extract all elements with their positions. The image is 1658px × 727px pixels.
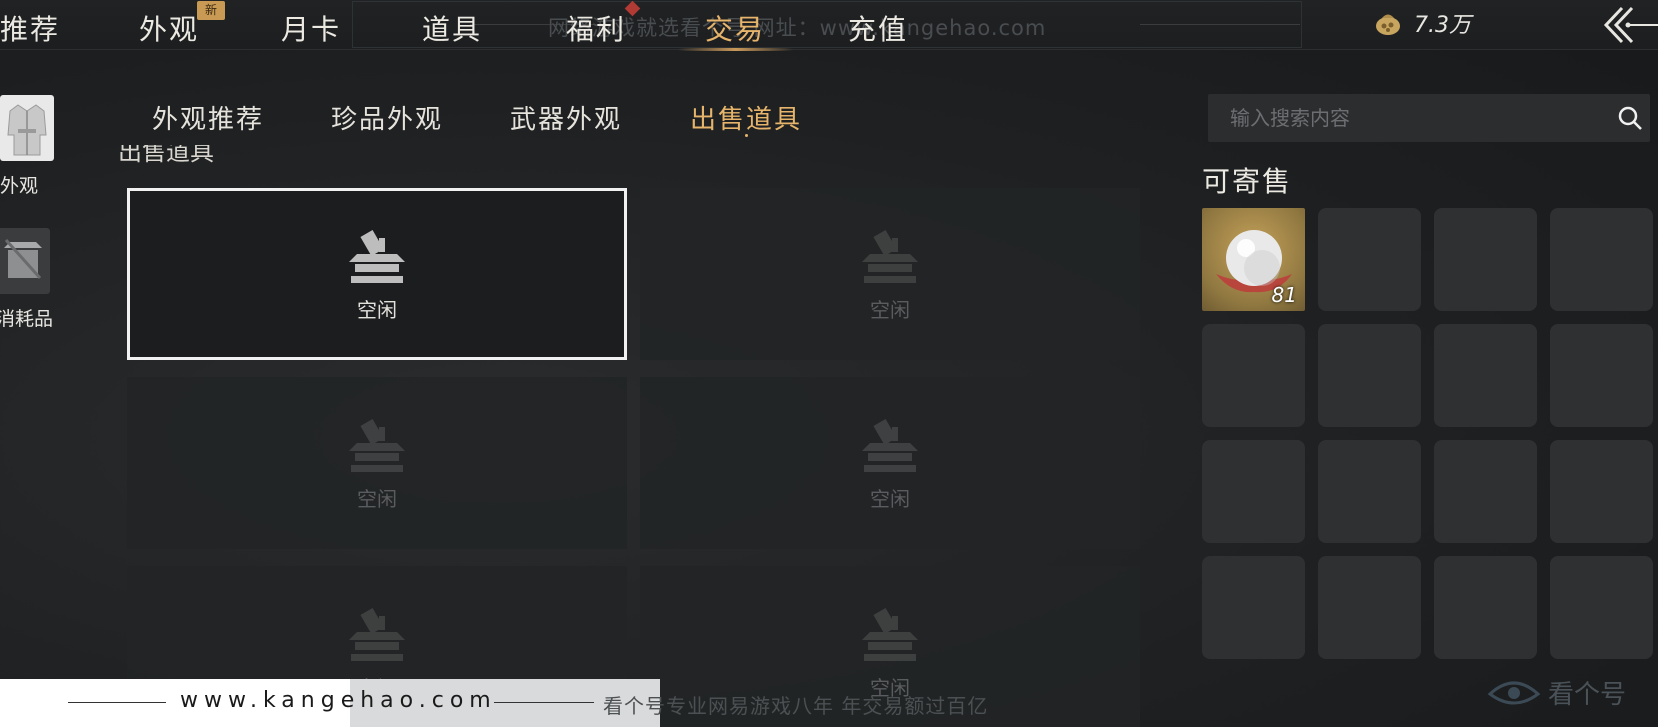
- tab-monthly-card[interactable]: 月卡: [281, 8, 341, 48]
- stall-icon: [862, 418, 918, 472]
- bottom-logo-text: 看个号: [1548, 679, 1627, 710]
- consignable-title: 可寄售: [1202, 165, 1293, 198]
- sale-slot-1[interactable]: 空闲: [127, 188, 627, 360]
- currency-value: 7.3万: [1414, 13, 1471, 38]
- currency-display: 7.3万: [1372, 8, 1471, 38]
- stall-icon: [349, 418, 405, 472]
- search-input[interactable]: [1208, 94, 1610, 142]
- subtab-rare-appearance[interactable]: 珍品外观: [331, 99, 443, 136]
- tab-recommend[interactable]: 推荐: [0, 8, 60, 48]
- inventory-cell-empty[interactable]: [1550, 440, 1653, 543]
- inventory-cell-empty[interactable]: [1550, 324, 1653, 427]
- sidebar-item-consumables-label: 消耗品: [0, 308, 54, 330]
- inventory-cell-empty[interactable]: [1202, 324, 1305, 427]
- active-tab-underline: [678, 48, 793, 51]
- sale-slot-2-label: 空闲: [870, 297, 910, 322]
- tab-appearance[interactable]: 外观: [139, 8, 199, 48]
- stall-icon: [862, 229, 918, 283]
- inventory-cell-empty[interactable]: [1318, 208, 1421, 311]
- active-subtab-dot: [745, 134, 748, 137]
- sale-slot-4[interactable]: 空闲: [640, 377, 1140, 549]
- tab-recharge[interactable]: 充值: [848, 8, 908, 48]
- inventory-cell-empty[interactable]: [1318, 324, 1421, 427]
- inventory-cell-empty[interactable]: [1434, 208, 1537, 311]
- section-heading-cut: 出售道具: [118, 145, 214, 165]
- inventory-item-pearl[interactable]: 81: [1202, 208, 1305, 311]
- inventory-cell-empty[interactable]: [1318, 440, 1421, 543]
- double-chevron-left-icon: [1603, 6, 1658, 44]
- inventory-cell-empty[interactable]: [1434, 440, 1537, 543]
- tab-trade[interactable]: 交易: [705, 8, 765, 48]
- bottom-divider-right: [494, 702, 594, 703]
- sidebar-item-consumables[interactable]: 消耗品: [0, 228, 54, 331]
- coin-pouch-icon: [1376, 14, 1400, 35]
- subtab-weapon-appearance[interactable]: 武器外观: [510, 99, 622, 136]
- sale-slot-3-label: 空闲: [357, 486, 397, 511]
- tab-welfare[interactable]: 福利: [566, 8, 626, 48]
- tab-items[interactable]: 道具: [422, 8, 482, 48]
- back-button[interactable]: [1598, 2, 1658, 48]
- bottom-url: www.kangehao.com: [180, 688, 497, 713]
- inventory-cell-empty[interactable]: [1434, 324, 1537, 427]
- sale-slot-4-label: 空闲: [870, 486, 910, 511]
- ornament-line-right: [1140, 24, 1300, 25]
- stall-icon: [349, 229, 405, 283]
- bottom-divider-left: [68, 702, 166, 703]
- subtab-sell-items[interactable]: 出售道具: [690, 99, 802, 136]
- sale-slot-2[interactable]: 空闲: [640, 188, 1140, 360]
- new-badge: 新: [197, 1, 225, 20]
- inventory-item-quantity: 81: [1271, 283, 1297, 307]
- inventory-cell-empty[interactable]: [1550, 556, 1653, 659]
- inventory-cell-empty[interactable]: [1202, 440, 1305, 543]
- sidebar-item-appearance-label: 外观: [0, 175, 39, 197]
- sale-slot-3[interactable]: 空闲: [127, 377, 627, 549]
- robe-icon: [0, 95, 54, 161]
- bottom-logo: 看个号: [1486, 672, 1626, 712]
- inventory-cell-empty[interactable]: [1202, 556, 1305, 659]
- search-box: [1208, 94, 1650, 142]
- search-icon: [1618, 106, 1642, 130]
- top-nav-bar: 网络游戏就选看个号 网址：www.kangehao.com 推荐 外观 新 月卡…: [0, 0, 1658, 51]
- inventory-cell-empty[interactable]: [1434, 556, 1537, 659]
- consumable-icon: [0, 228, 50, 294]
- inventory-cell-empty[interactable]: [1550, 208, 1653, 311]
- eye-logo-icon: [1487, 681, 1541, 705]
- search-button[interactable]: [1610, 98, 1650, 138]
- sidebar-item-appearance[interactable]: 外观: [0, 95, 56, 198]
- inventory-cell-empty[interactable]: [1318, 556, 1421, 659]
- stall-icon: [862, 607, 918, 661]
- stall-icon: [349, 607, 405, 661]
- bottom-slogan: 看个号专业网易游戏八年 年交易额过百亿: [603, 694, 989, 718]
- subtab-appearance-recommend[interactable]: 外观推荐: [152, 99, 264, 136]
- sale-slot-1-label: 空闲: [357, 297, 397, 322]
